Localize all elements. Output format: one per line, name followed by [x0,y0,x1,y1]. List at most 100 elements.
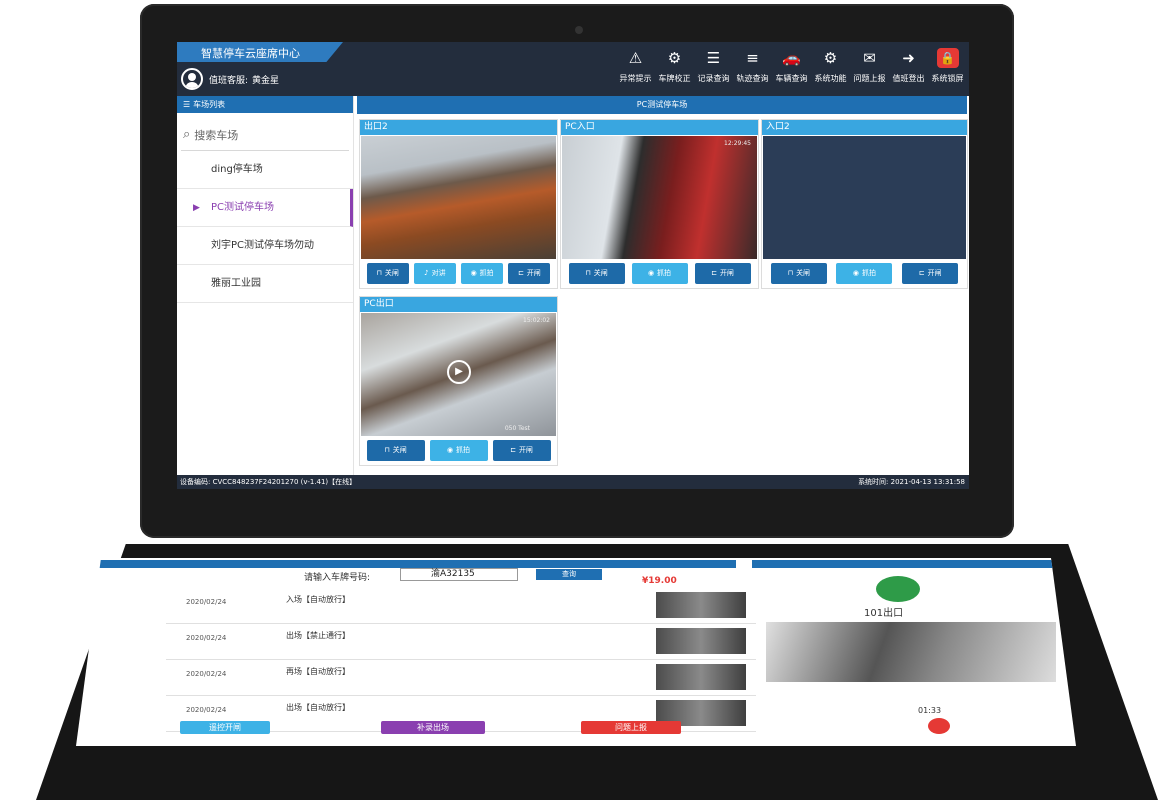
main-header: PC测试停车场 [357,96,967,114]
button-label: 开闸 [518,446,533,454]
chat-report-icon: ✉ [863,49,876,67]
toolbar-label: 系统锁屏 [931,74,964,83]
snapshot-button[interactable]: ◉ 抓拍 [631,263,688,284]
camera-panel-exit2: 出口2 ⊓ 关闸 ♪ 对讲 ◉ 抓拍 ⊏ 开闸 [359,119,558,289]
button-label: 抓拍 [479,269,494,277]
camera-panel-pc-entry: PC入口 12:29:45 ⊓ 关闸 ◉ 抓拍 ⊏ 开闸 [560,119,759,289]
camera-title: PC出口 [360,297,557,312]
toolbar-item-system[interactable]: ⚙ 系统功能 [811,48,850,84]
operator-label: 值班客服: [209,76,249,86]
record-row[interactable]: 2020/02/24 出场【禁止通行】 [166,624,756,660]
toolbar-item-alarm[interactable]: ⚠ 异常提示 [616,48,655,84]
close-barrier-button[interactable]: ⊓ 关闸 [568,263,625,284]
open-barrier-button[interactable]: ⊏ 开闸 [508,263,551,284]
search-placeholder: 搜索车场 [194,128,239,142]
car-icon: 🚗 [782,49,801,67]
record-date: 2020/02/24 [186,706,227,714]
button-label: 抓拍 [862,269,877,277]
toolbar-item-vehicle[interactable]: 🚗 车辆查询 [772,48,811,84]
button-label: 开闸 [719,269,734,277]
remote-open-button[interactable]: 遥控开闸 [180,721,270,734]
toolbar-label: 轨迹查询 [736,74,769,83]
plate-input[interactable]: 渝A32135 [400,568,518,581]
barrier-open-icon: ⊏ [510,446,516,454]
record-thumbnail [656,628,746,654]
operator-name: 黄金星 [252,76,280,86]
toolbar-label: 系统功能 [814,74,847,83]
tablet-screen: 请输入车牌号码: 渝A32135 查询 ¥19.00 2020/02/24 入场【… [76,558,1076,746]
camera-controls: ⊓ 关闸 ◉ 抓拍 ⊏ 开闸 [561,263,758,284]
parking-lot-sidebar: ☰ 车场列表 ⌕ 搜索车场 ding停车场 ▶ PC测试停车场 刘宇PC测试停车场勿… [177,96,354,475]
camera-panel-entry2: 入口2 ⊓ 关闸 ◉ 抓拍 ⊏ 开闸 [761,119,968,289]
lot-item-ding[interactable]: ding停车场 [177,151,353,189]
record-clipboard-icon: ☰ [706,49,721,67]
barrier-open-icon: ⊏ [711,269,717,277]
sidebar-title: 车场列表 [193,100,226,109]
snapshot-button[interactable]: ◉ 抓拍 [461,263,504,284]
open-barrier-button[interactable]: ⊏ 开闸 [694,263,751,284]
toolbar-item-logout[interactable]: ➜ 值班登出 [889,48,928,84]
toolbar-item-lock[interactable]: 🔒 系统锁屏 [928,48,967,84]
camera-icon: ◉ [470,269,477,277]
camera-icon: ◉ [852,269,860,277]
camera-video[interactable]: 15:02:02 ▶ 050 Test [361,313,556,436]
operator-info: 值班客服: 黄金星 [209,73,279,86]
button-label: 抓拍 [456,446,471,454]
camera-title: 入口2 [762,120,967,135]
hangup-icon[interactable] [928,718,950,734]
button-label: 抓拍 [657,269,672,277]
barrier-close-icon: ⊓ [376,269,382,277]
avatar[interactable] [181,68,203,90]
call-camera-icon [876,576,920,602]
camera-video[interactable]: 12:29:45 [562,136,757,259]
record-date: 2020/02/24 [186,598,227,606]
toolbar-item-track[interactable]: ≡ 轨迹查询 [733,48,772,84]
microphone-icon: ♪ [424,269,429,277]
settings-monitor-icon: ⚙ [823,49,838,67]
call-header [752,560,1072,568]
button-label: 开闸 [927,269,942,277]
query-button[interactable]: 查询 [536,569,602,580]
record-row[interactable]: 2020/02/24 入场【自动放行】 [166,588,756,624]
button-label: 对讲 [431,269,446,277]
report-issue-button[interactable]: 问题上报 [581,721,681,734]
toolbar-label: 车牌校正 [658,74,691,83]
snapshot-button[interactable]: ◉ 抓拍 [429,440,488,461]
camera-video[interactable] [763,136,966,259]
lot-item-yali[interactable]: 雅丽工业园 [177,265,353,303]
device-code: 设备编码: CVCC848237F24201270 (v-1.41)【在线】 [180,478,357,486]
toolbar-item-report[interactable]: ✉ 问题上报 [850,48,889,84]
system-time: 系统时间: 2021-04-13 13:31:58 [858,478,965,486]
barrier-open-icon: ⊏ [918,269,925,277]
close-barrier-button[interactable]: ⊓ 关闸 [366,263,409,284]
lot-item-liuyu[interactable]: 刘宇PC测试停车场勿动 [177,227,353,265]
open-barrier-button[interactable]: ⊏ 开闸 [902,263,959,284]
close-barrier-button[interactable]: ⊓ 关闸 [770,263,827,284]
tablet-content: 请输入车牌号码: 渝A32135 查询 ¥19.00 2020/02/24 入场【… [76,558,1076,746]
lot-item-pc-test[interactable]: ▶ PC测试停车场 [177,189,353,227]
lot-search-input[interactable]: ⌕ 搜索车场 [181,119,349,151]
intercom-button[interactable]: ♪ 对讲 [413,263,456,284]
button-label: 关闸 [392,446,407,454]
camera-video[interactable] [361,136,556,259]
play-icon[interactable]: ▶ [447,360,471,384]
camera-title: 出口2 [360,120,557,135]
plate-correct-icon: ⚙ [667,49,682,67]
barrier-open-icon: ⊏ [517,269,524,277]
snapshot-button[interactable]: ◉ 抓拍 [836,263,893,284]
record-row[interactable]: 2020/02/24 再场【自动放行】 [166,660,756,696]
open-barrier-button[interactable]: ⊏ 开闸 [492,440,551,461]
camera-panel-pc-exit: PC出口 15:02:02 ▶ 050 Test ⊓ 关闸 ◉ 抓拍 ⊏ 开闸 [359,296,558,466]
toolbar-label: 记录查询 [697,74,730,83]
button-label: 关闸 [593,269,608,277]
toolbar-item-plate[interactable]: ⚙ 车牌校正 [655,48,694,84]
barrier-close-icon: ⊓ [384,446,390,454]
call-timer: 01:33 [918,706,942,715]
video-timestamp: 15:02:02 [523,317,550,324]
close-barrier-button[interactable]: ⊓ 关闸 [366,440,425,461]
video-overlay-text: 050 Test [504,425,530,432]
toolbar-item-records[interactable]: ☰ 记录查询 [694,48,733,84]
record-date: 2020/02/24 [186,670,227,678]
supplement-exit-button[interactable]: 补录出场 [381,721,485,734]
toolbar-label: 值班登出 [892,74,925,83]
